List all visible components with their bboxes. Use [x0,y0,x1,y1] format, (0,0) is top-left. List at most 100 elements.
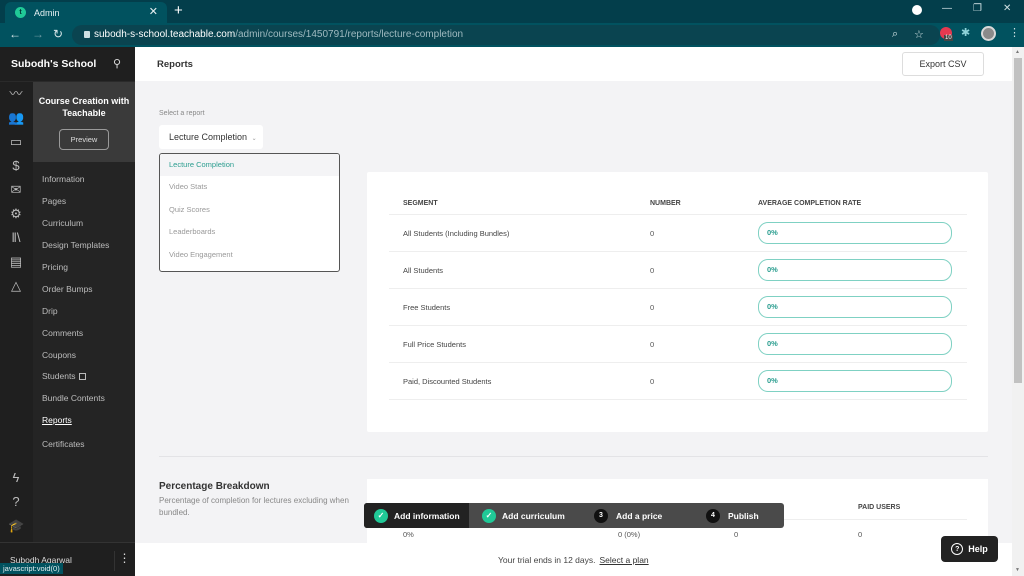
analytics-icon[interactable]: 〰 [8,86,24,102]
user-menu-icon[interactable]: ⋮ [114,551,134,571]
select-report-label: Select a report [159,110,205,117]
calendar-icon[interactable]: ▤ [8,254,24,270]
school-name[interactable]: Subodh's School [11,58,96,70]
completion-table-card: SEGMENT NUMBER AVERAGE COMPLETION RATE A… [367,172,988,432]
help-circle-icon[interactable]: ? [8,494,24,510]
sidebar-item-bundle-contents[interactable]: Bundle Contents [42,393,105,403]
external-link-icon [78,373,86,381]
users-icon[interactable]: 👥 [8,110,24,126]
forward-arrow-icon[interactable]: → [32,27,44,41]
sidebar-item-pages[interactable]: Pages [42,196,66,206]
scroll-down-arrow-icon[interactable]: ▼ [1015,567,1020,573]
step-add-curriculum[interactable]: ✓ Add curriculum [482,503,565,528]
scroll-up-arrow-icon[interactable]: ▲ [1015,49,1020,55]
course-title: Course Creation with Teachable [38,96,130,118]
step-label: Add a price [616,510,663,521]
extension-badge: 10 [944,35,953,41]
sidebar-item-information[interactable]: Information [42,174,85,184]
breakdown-cell: 0 [858,530,863,539]
maximize-button[interactable]: ❐ [973,3,982,14]
teachable-favicon-icon: t [15,7,26,18]
dropdown-option-video-engagement[interactable]: Video Engagement [160,244,339,266]
step-add-information[interactable]: ✓ Add information [364,503,469,528]
dropdown-option-leaderboards[interactable]: Leaderboards [160,221,339,243]
segment-cell: All Students [403,266,444,275]
sidebar-item-students[interactable]: Students [42,371,86,381]
graduation-cap-icon[interactable]: 🎓 [8,518,24,534]
table-row: Free Students 0 0% [389,289,967,326]
minimize-button[interactable]: — [942,3,952,14]
dropdown-option-video-stats[interactable]: Video Stats [160,176,339,198]
completion-rate-text: 0% [767,228,778,237]
chevron-down-icon: ⌄ [251,136,257,142]
tab-bar: t Admin ✕ + — ❐ ✕ [0,0,1024,23]
step-publish[interactable]: 4 Publish [706,503,759,528]
step-label: Add information [394,510,460,521]
lightning-icon[interactable]: ϟ [8,470,24,486]
dropdown-option-quiz-scores[interactable]: Quiz Scores [160,199,339,221]
profile-avatar[interactable] [981,26,996,41]
preview-button[interactable]: Preview [59,129,109,150]
step-label: Add curriculum [502,510,565,521]
puzzle-extensions-icon[interactable]: ✱ [961,26,970,39]
percentage-breakdown-description: Percentage of completion for lectures ex… [159,496,349,517]
help-button[interactable]: ? Help [941,536,998,562]
trial-text: Your trial ends in 12 days. Select a plan [498,555,649,565]
check-icon: ✓ [374,508,388,523]
reload-icon[interactable]: ↻ [53,27,63,41]
sidebar-item-students-label: Students [42,371,76,381]
close-tab-icon[interactable]: ✕ [149,5,158,18]
devices-icon[interactable]: ▭ [8,134,24,150]
sidebar-item-design-templates[interactable]: Design Templates [42,240,109,250]
table-row: All Students 0 0% [389,252,967,289]
report-select-value: Lecture Completion [169,132,248,142]
tab-title: Admin [34,7,60,18]
sidebar-item-order-bumps[interactable]: Order Bumps [42,284,93,294]
select-plan-link[interactable]: Select a plan [600,555,649,565]
scrollbar-thumb[interactable] [1014,58,1022,383]
sidebar-rail: 〰 👥 ▭ $ ✉ ⚙ ‖\ ▤ △ ϟ ? 🎓 [0,82,33,542]
sidebar-item-reports[interactable]: Reports [42,415,72,425]
mail-icon[interactable]: ✉ [8,182,24,198]
completion-rate-text: 0% [767,265,778,274]
completion-rate-text: 0% [767,376,778,385]
sidebar-item-comments[interactable]: Comments [42,328,83,338]
page-scrollbar[interactable]: ▲ ▼ [1012,47,1024,576]
new-tab-button[interactable]: + [174,2,183,19]
percentage-breakdown-title: Percentage Breakdown [159,481,270,492]
main-header: Reports Export CSV [135,47,1012,81]
completion-rate-bar: 0% [758,296,952,318]
header-number: NUMBER [650,200,681,207]
sidebar-item-certificates[interactable]: Certificates [42,439,85,449]
header-paid-users: PAID USERS [858,504,901,511]
settings-icon[interactable]: ⚙ [8,206,24,222]
step-label: Publish [728,510,759,521]
sidebar-item-drip[interactable]: Drip [42,306,58,316]
dollar-icon[interactable]: $ [8,158,24,174]
export-csv-button[interactable]: Export CSV [902,52,984,76]
sidebar-item-coupons[interactable]: Coupons [42,350,76,360]
report-select[interactable]: Lecture Completion ⌄ [159,125,263,149]
help-question-icon: ? [951,543,964,555]
back-arrow-icon[interactable]: ← [9,27,21,41]
sidebar-item-curriculum[interactable]: Curriculum [42,218,83,228]
header-average-completion-rate: AVERAGE COMPLETION RATE [758,200,862,207]
course-panel: Course Creation with Teachable Preview [33,82,135,162]
sidebar-item-pricing[interactable]: Pricing [42,262,68,272]
search-icon[interactable]: ⚲ [113,57,121,70]
zoom-icon[interactable]: ⌕ [892,28,898,41]
check-icon: ✓ [482,508,496,523]
step-add-a-price[interactable]: 3 Add a price [594,503,662,528]
close-window-button[interactable]: ✕ [1003,3,1011,14]
bookmark-star-icon[interactable]: ☆ [914,28,924,41]
shapes-icon[interactable]: △ [8,278,24,294]
step-number: 3 [594,508,608,523]
browser-menu-icon[interactable]: ⋮ [1009,26,1020,39]
media-control-icon[interactable] [912,5,922,15]
library-icon[interactable]: ‖\ [8,230,24,246]
browser-tab[interactable]: t Admin ✕ [5,2,167,23]
setup-steps-bar: ✓ Add information ✓ Add curriculum 3 Add… [364,503,784,528]
address-bar[interactable]: subodh-s-school.teachable.com/admin/cour… [72,25,940,45]
number-cell: 0 [650,303,655,312]
dropdown-option-lecture-completion[interactable]: Lecture Completion [160,154,339,177]
